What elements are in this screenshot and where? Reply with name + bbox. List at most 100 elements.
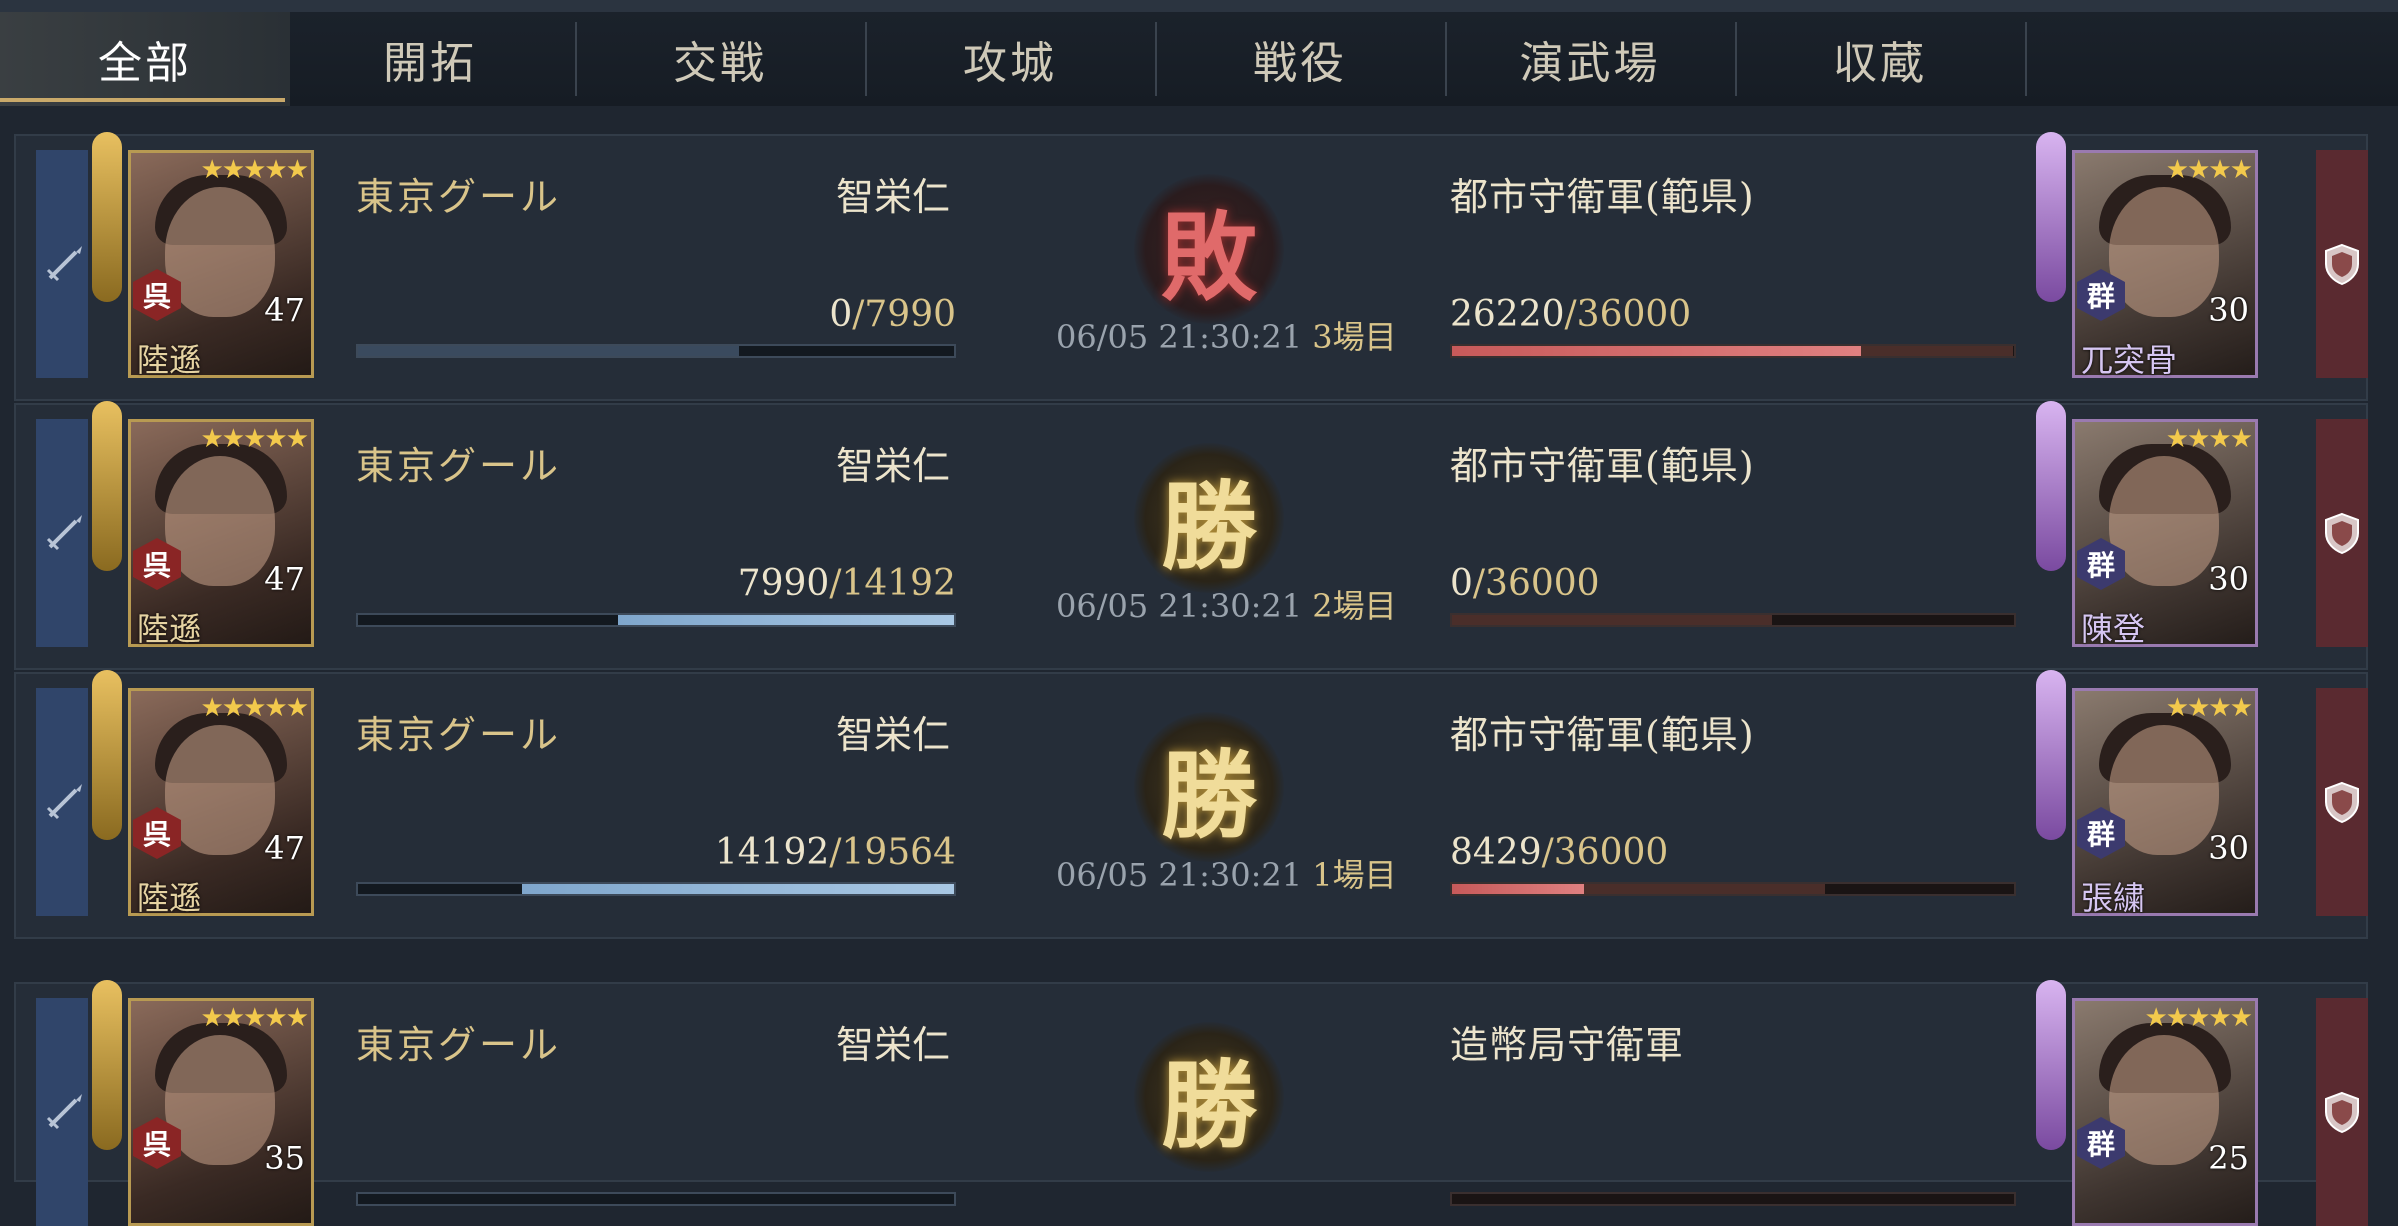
hero-face (2109, 1035, 2219, 1165)
purple-dragon-ornament (2036, 670, 2066, 840)
tab-exploration[interactable]: 開拓 (285, 12, 575, 106)
hero-level: 35 (264, 1139, 305, 1177)
attacker-hero-portrait[interactable]: ★★★★★ 呉 47 陸遜 (128, 150, 314, 379)
troops-max: /19564 (829, 832, 956, 873)
shield-icon (2322, 511, 2362, 555)
defender-troop-bar (1450, 1192, 2016, 1206)
hero-name: 陸遜 (137, 341, 202, 379)
guild-name: 東京グール (356, 175, 562, 219)
star-rating-icon: ★★★★★ (200, 1003, 309, 1033)
tab-all[interactable]: 全部 (0, 12, 290, 106)
defender-troops: 0/36000 (1450, 563, 1600, 604)
enemy-name: 都市守衛軍(範県) (1450, 175, 1755, 219)
tab-siege[interactable]: 攻城 (865, 12, 1155, 106)
troops-max: /7990 (852, 294, 956, 335)
guild-name: 東京グール (356, 444, 562, 488)
hero-face (165, 187, 275, 317)
shield-icon (2322, 1090, 2362, 1134)
troops-max: /36000 (1564, 294, 1692, 335)
guild-name: 東京グール (356, 1023, 562, 1067)
defender-troops: 8429/36000 (1450, 832, 1668, 873)
troop-remaining-fill (521, 884, 954, 894)
troop-remaining-fill (618, 615, 954, 625)
player-name: 智栄仁 (836, 175, 951, 219)
troops-max: /36000 (1472, 563, 1600, 604)
sword-icon (42, 242, 86, 286)
attacker-troops: 0/7990 (356, 294, 956, 335)
purple-dragon-ornament (2036, 401, 2066, 571)
tab-label: 収蔵 (1833, 38, 1927, 89)
troop-lost-fill (1452, 615, 1773, 625)
player-name: 智栄仁 (836, 1023, 951, 1067)
attacker-hero-portrait[interactable]: ★★★★★ 呉 47 陸遜 (128, 688, 314, 917)
gold-dragon-ornament (92, 401, 122, 571)
enemy-name: 都市守衛軍(範県) (1450, 444, 1755, 488)
troops-current: 26220 (1450, 294, 1565, 335)
attacker-hero-portrait[interactable]: ★★★★★ 呉 47 陸遜 (128, 419, 314, 648)
troops-current: 0 (829, 294, 853, 335)
battle-record-card[interactable]: ★★★★★ 呉 47 陸遜 東京グール 智栄仁 0/7990 敗 06/05 2… (14, 132, 2368, 401)
player-name: 智栄仁 (836, 444, 951, 488)
hero-face (2109, 456, 2219, 586)
battle-record-card[interactable]: ★★★★★ 呉 47 陸遜 東京グール 智栄仁 7990/14192 勝 06/… (14, 401, 2368, 670)
star-rating-icon: ★★★★★ (200, 693, 309, 723)
star-rating-icon: ★★★★ (2165, 155, 2253, 185)
guild-name: 東京グール (356, 713, 562, 757)
tab-arena[interactable]: 演武場 (1445, 12, 1735, 106)
troop-lost-fill (358, 346, 740, 356)
attacker-hero-portrait[interactable]: ★★★★★ 呉 35 (128, 998, 314, 1226)
battle-round: 2場目 (1312, 587, 1397, 625)
tab-label: 戦役 (1253, 38, 1347, 89)
hero-level: 30 (2208, 829, 2249, 867)
hero-name: 張繍 (2081, 879, 2146, 917)
defender-hero-portrait[interactable]: ★★★★ 群 30 兀突骨 (2072, 150, 2258, 379)
shield-icon (2322, 242, 2362, 286)
defender-hero-portrait[interactable]: ★★★★ 群 30 陳登 (2072, 419, 2258, 648)
troops-max: /36000 (1541, 832, 1669, 873)
battle-record-card[interactable]: ★★★★★ 呉 35 東京グール 智栄仁 勝 造幣局守衛軍 ★★★★★ 群 25 (14, 980, 2368, 1226)
tab-label: 全部 (98, 38, 192, 89)
attacker-troop-bar (356, 344, 956, 358)
tab-campaign[interactable]: 戦役 (1155, 12, 1445, 106)
troop-remaining-fill (1452, 884, 1584, 894)
battle-round: 1場目 (1312, 856, 1397, 894)
hero-level: 30 (2208, 560, 2249, 598)
sword-icon (42, 1090, 86, 1134)
sword-icon (42, 511, 86, 555)
player-name: 智栄仁 (836, 713, 951, 757)
troops-current: 8429 (1450, 832, 1542, 873)
attacker-troops: 14192/19564 (356, 832, 956, 873)
defender-troops: 26220/36000 (1450, 294, 1691, 335)
troops-current: 14192 (714, 832, 830, 873)
top-strip (0, 0, 2398, 12)
hero-name: 兀突骨 (2081, 341, 2178, 379)
defender-troop-bar (1450, 344, 2016, 358)
star-rating-icon: ★★★★★ (2144, 1003, 2253, 1033)
tab-label: 攻城 (963, 38, 1057, 89)
battle-record-card[interactable]: ★★★★★ 呉 47 陸遜 東京グール 智栄仁 14192/19564 勝 06… (14, 670, 2368, 939)
purple-dragon-ornament (2036, 980, 2066, 1150)
active-tab-underline (0, 98, 285, 102)
defender-hero-portrait[interactable]: ★★★★★ 群 25 (2072, 998, 2258, 1226)
hero-level: 25 (2208, 1139, 2249, 1177)
hero-face (165, 725, 275, 855)
tab-label: 演武場 (1519, 38, 1661, 89)
defender-hero-portrait[interactable]: ★★★★ 群 30 張繍 (2072, 688, 2258, 917)
hero-level: 47 (264, 291, 305, 329)
hero-face (2109, 187, 2219, 317)
defender-troop-bar (1450, 613, 2016, 627)
attacker-troops: 7990/14192 (356, 563, 956, 604)
battle-result-emblem: 敗 (1134, 174, 1284, 324)
troops-current: 7990 (737, 563, 830, 604)
tab-battle[interactable]: 交戦 (575, 12, 865, 106)
hero-level: 30 (2208, 291, 2249, 329)
hero-name: 陸遜 (137, 879, 202, 917)
tab-collection[interactable]: 収蔵 (1735, 12, 2025, 106)
battle-timestamp: 06/05 21:30:21 (1056, 587, 1303, 625)
hero-face (165, 1035, 275, 1165)
sword-icon (42, 780, 86, 824)
gold-dragon-ornament (92, 670, 122, 840)
enemy-name: 都市守衛軍(範県) (1450, 713, 1755, 757)
star-rating-icon: ★★★★★ (200, 155, 309, 185)
troop-lost-fill (1583, 884, 1826, 894)
